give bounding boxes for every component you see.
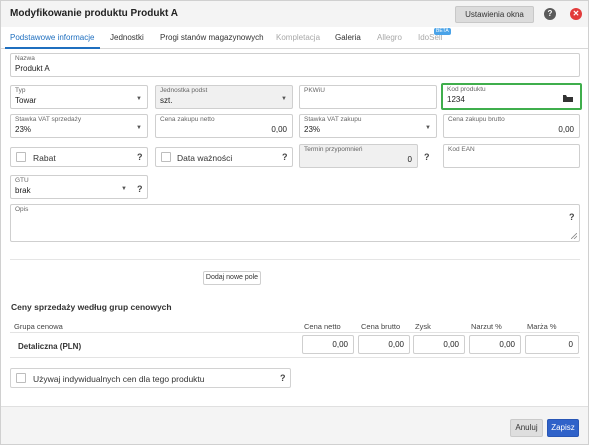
expiry-box[interactable]: Data ważności ? (155, 147, 293, 167)
tab-gallery[interactable]: Galeria (335, 33, 361, 42)
expiry-label: Data ważności (177, 153, 233, 163)
gross-price-input[interactable]: 0,00 (358, 335, 410, 354)
product-code-label: Kod produktu (447, 86, 486, 93)
description-help-icon[interactable]: ? (569, 212, 575, 222)
vat-purchase-value: 23% (304, 125, 321, 134)
discount-checkbox[interactable] (16, 152, 26, 162)
gtu-label: GTU (15, 177, 29, 184)
margin-input[interactable]: 0 (525, 335, 579, 354)
purchase-gross-label: Cena zakupu brutto (448, 116, 505, 123)
unit-select[interactable]: Jednostka podst szt. ▼ (155, 85, 293, 109)
profit-input[interactable]: 0,00 (413, 335, 465, 354)
vat-sale-label: Stawka VAT sprzedaży (15, 116, 82, 123)
resize-handle-icon[interactable] (571, 233, 577, 239)
col-markup: Narzut % (471, 322, 502, 331)
active-tab-indicator (5, 47, 100, 49)
col-margin: Marża % (527, 322, 557, 331)
help-icon[interactable]: ? (544, 8, 556, 20)
gtu-help-icon[interactable]: ? (137, 184, 143, 194)
product-edit-dialog: Modyfikowanie produktu Produkt A Ustawie… (0, 0, 589, 445)
markup-input[interactable]: 0,00 (469, 335, 521, 354)
ean-label: Kod EAN (448, 146, 475, 153)
col-gross-price: Cena brutto (361, 322, 401, 331)
purchase-net-field[interactable]: Cena zakupu netto 0,00 (155, 114, 293, 138)
product-code-field[interactable]: Kod produktu 1234 (441, 83, 582, 110)
purchase-net-label: Cena zakupu netto (160, 116, 215, 123)
folder-icon[interactable] (563, 95, 573, 102)
pkwiu-label: PKWiU (304, 87, 325, 94)
col-price-group: Grupa cenowa (14, 322, 63, 331)
dialog-header: Modyfikowanie produktu Produkt A Ustawie… (1, 1, 588, 27)
dialog-footer: Anuluj Zapisz (1, 406, 588, 444)
expiry-checkbox[interactable] (161, 152, 171, 162)
save-button[interactable]: Zapisz (547, 419, 579, 437)
type-label: Typ (15, 87, 26, 94)
description-label: Opis (15, 206, 29, 213)
vat-purchase-label: Stawka VAT zakupu (304, 116, 362, 123)
col-profit: Zysk (415, 322, 431, 331)
product-code-value: 1234 (447, 95, 465, 104)
table-header-divider (10, 332, 580, 333)
discount-label: Rabat (33, 153, 56, 163)
pkwiu-field[interactable]: PKWiU (299, 85, 437, 109)
table-row-divider (10, 357, 580, 358)
expiry-help-icon[interactable]: ? (282, 152, 288, 162)
chevron-down-icon: ▼ (121, 186, 127, 192)
individual-prices-help-icon[interactable]: ? (280, 373, 286, 383)
purchase-gross-field[interactable]: Cena zakupu brutto 0,00 (443, 114, 580, 138)
cancel-button[interactable]: Anuluj (510, 419, 543, 437)
chevron-down-icon: ▼ (425, 125, 431, 131)
price-group-name: Detaliczna (PLN) (18, 342, 82, 351)
chevron-down-icon: ▼ (136, 96, 142, 102)
purchase-gross-value: 0,00 (558, 125, 574, 134)
type-select[interactable]: Typ Towar ▼ (10, 85, 148, 109)
ean-field[interactable]: Kod EAN (443, 144, 580, 168)
reminder-field[interactable]: Termin przypomnień 0 (299, 144, 418, 168)
discount-box[interactable]: Rabat ? (10, 147, 148, 167)
gtu-value: brak (15, 186, 31, 195)
gtu-select[interactable]: GTU brak ▼ ? (10, 175, 148, 199)
chevron-down-icon: ▼ (281, 96, 287, 102)
chevron-down-icon: ▼ (136, 125, 142, 131)
col-net-price: Cena netto (304, 322, 341, 331)
purchase-net-value: 0,00 (271, 125, 287, 134)
tab-units[interactable]: Jednostki (110, 33, 144, 42)
reminder-label: Termin przypomnień (304, 146, 363, 153)
divider (10, 259, 580, 260)
vat-sale-select[interactable]: Stawka VAT sprzedaży 23% ▼ (10, 114, 148, 138)
discount-help-icon[interactable]: ? (137, 152, 143, 162)
name-field[interactable]: Nazwa Produkt A (10, 53, 580, 77)
unit-value: szt. (160, 96, 173, 105)
name-value: Produkt A (15, 64, 50, 73)
description-textarea[interactable]: Opis (10, 204, 580, 242)
tab-basic-info[interactable]: Podstawowe informacje (10, 33, 94, 42)
individual-prices-label: Używaj indywidualnych cen dla tego produ… (33, 374, 205, 384)
window-settings-button[interactable]: Ustawienia okna (455, 6, 534, 23)
type-value: Towar (15, 96, 37, 105)
beta-badge: BETA (434, 28, 451, 35)
add-field-button[interactable]: Dodaj nowe pole (203, 271, 261, 285)
tab-allegro[interactable]: Allegro (377, 33, 402, 42)
tab-stock-thresholds[interactable]: Progi stanów magazynowych (160, 33, 264, 42)
prices-section-title: Ceny sprzedaży według grup cenowych (11, 302, 172, 312)
unit-label: Jednostka podst (160, 87, 208, 94)
vat-purchase-select[interactable]: Stawka VAT zakupu 23% ▼ (299, 114, 437, 138)
net-price-input[interactable]: 0,00 (302, 335, 354, 354)
name-label: Nazwa (15, 55, 35, 62)
dialog-title: Modyfikowanie produktu Produkt A (10, 8, 178, 19)
individual-prices-box[interactable]: Używaj indywidualnych cen dla tego produ… (10, 368, 291, 388)
reminder-help-icon[interactable]: ? (424, 152, 430, 162)
individual-prices-checkbox[interactable] (16, 373, 26, 383)
close-icon[interactable]: ✕ (570, 8, 582, 20)
tab-bar: Podstawowe informacje Jednostki Progi st… (1, 27, 588, 49)
reminder-value: 0 (407, 155, 412, 164)
tab-bundling[interactable]: Kompletacja (276, 33, 320, 42)
vat-sale-value: 23% (15, 125, 32, 134)
